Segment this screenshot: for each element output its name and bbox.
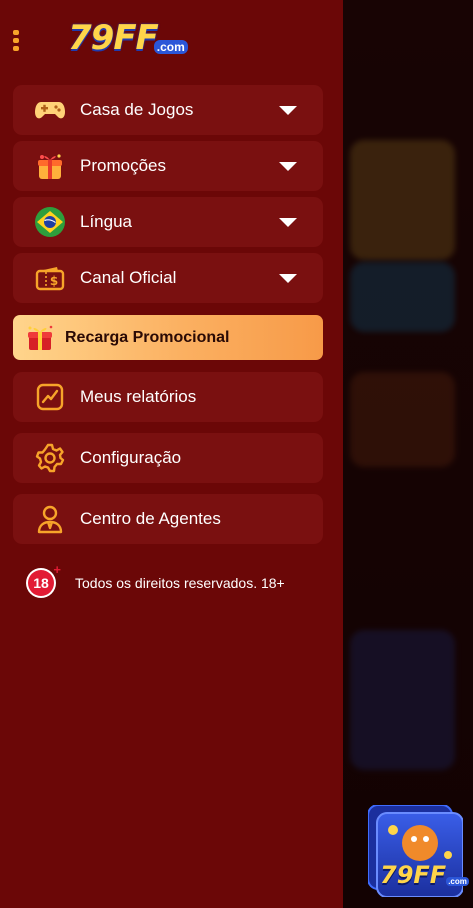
- gear-icon: [33, 441, 67, 475]
- menu-item-lingua[interactable]: Língua: [13, 197, 323, 247]
- menu-item-label: Configuração: [80, 448, 182, 467]
- floating-app-logo: 79FF .com: [380, 861, 469, 889]
- menu-item-canal-oficial[interactable]: $ Canal Oficial: [13, 253, 323, 303]
- menu-item-configuracao[interactable]: Configuração: [13, 433, 323, 483]
- menu-toggle-icon[interactable]: [11, 30, 21, 54]
- menu-item-casa-de-jogos[interactable]: Casa de Jogos: [13, 85, 323, 135]
- menu-item-label: Casa de Jogos: [80, 100, 194, 119]
- menu-item-label: Meus relatórios: [80, 387, 197, 406]
- menu-item-label: Centro de Agentes: [80, 509, 221, 528]
- menu-item-promocoes[interactable]: Promoções: [13, 141, 323, 191]
- agent-person-icon: [33, 502, 67, 536]
- drawer-header: 79FF .com: [0, 0, 343, 80]
- logo-text: 79FF: [68, 18, 159, 58]
- dim-overlay[interactable]: [343, 0, 473, 908]
- promo-recharge-button[interactable]: Recarga Promocional: [13, 315, 323, 360]
- chevron-down-icon[interactable]: [279, 162, 297, 171]
- side-drawer: 79FF .com Casa de Jogos Promoções Língua…: [0, 0, 343, 908]
- logo-suffix: .com: [153, 40, 188, 54]
- menu-item-label: Língua: [80, 212, 132, 231]
- menu-item-label: Promoções: [80, 156, 166, 175]
- floating-app-label: 79FF: [380, 861, 447, 889]
- footer-text: Todos os direitos reservados. 18+: [75, 575, 285, 591]
- floating-app-button[interactable]: 79FF .com: [367, 804, 469, 898]
- age-badge-number: 18: [28, 570, 54, 596]
- site-logo[interactable]: 79FF .com: [68, 18, 188, 58]
- gift-box-icon: [33, 149, 67, 183]
- chevron-down-icon[interactable]: [279, 106, 297, 115]
- chart-line-icon: [33, 380, 67, 414]
- plus-icon: +: [53, 562, 61, 577]
- chevron-down-icon[interactable]: [279, 218, 297, 227]
- promo-label: Recarga Promocional: [65, 328, 230, 346]
- menu-item-centro-de-agentes[interactable]: Centro de Agentes: [13, 494, 323, 544]
- svg-text:$: $: [50, 274, 58, 288]
- ticket-dollar-icon: $: [33, 261, 67, 295]
- chevron-down-icon[interactable]: [279, 274, 297, 283]
- menu-item-meus-relatorios[interactable]: Meus relatórios: [13, 372, 323, 422]
- gamepad-icon: [33, 93, 67, 127]
- menu-item-label: Canal Oficial: [80, 268, 177, 287]
- red-gift-icon: [25, 323, 55, 353]
- footer-rights: 18 + Todos os direitos reservados. 18+: [26, 562, 285, 599]
- brazil-flag-icon: [33, 205, 67, 239]
- floating-app-suffix: .com: [446, 877, 469, 886]
- age-18-badge-icon: 18 +: [26, 562, 61, 598]
